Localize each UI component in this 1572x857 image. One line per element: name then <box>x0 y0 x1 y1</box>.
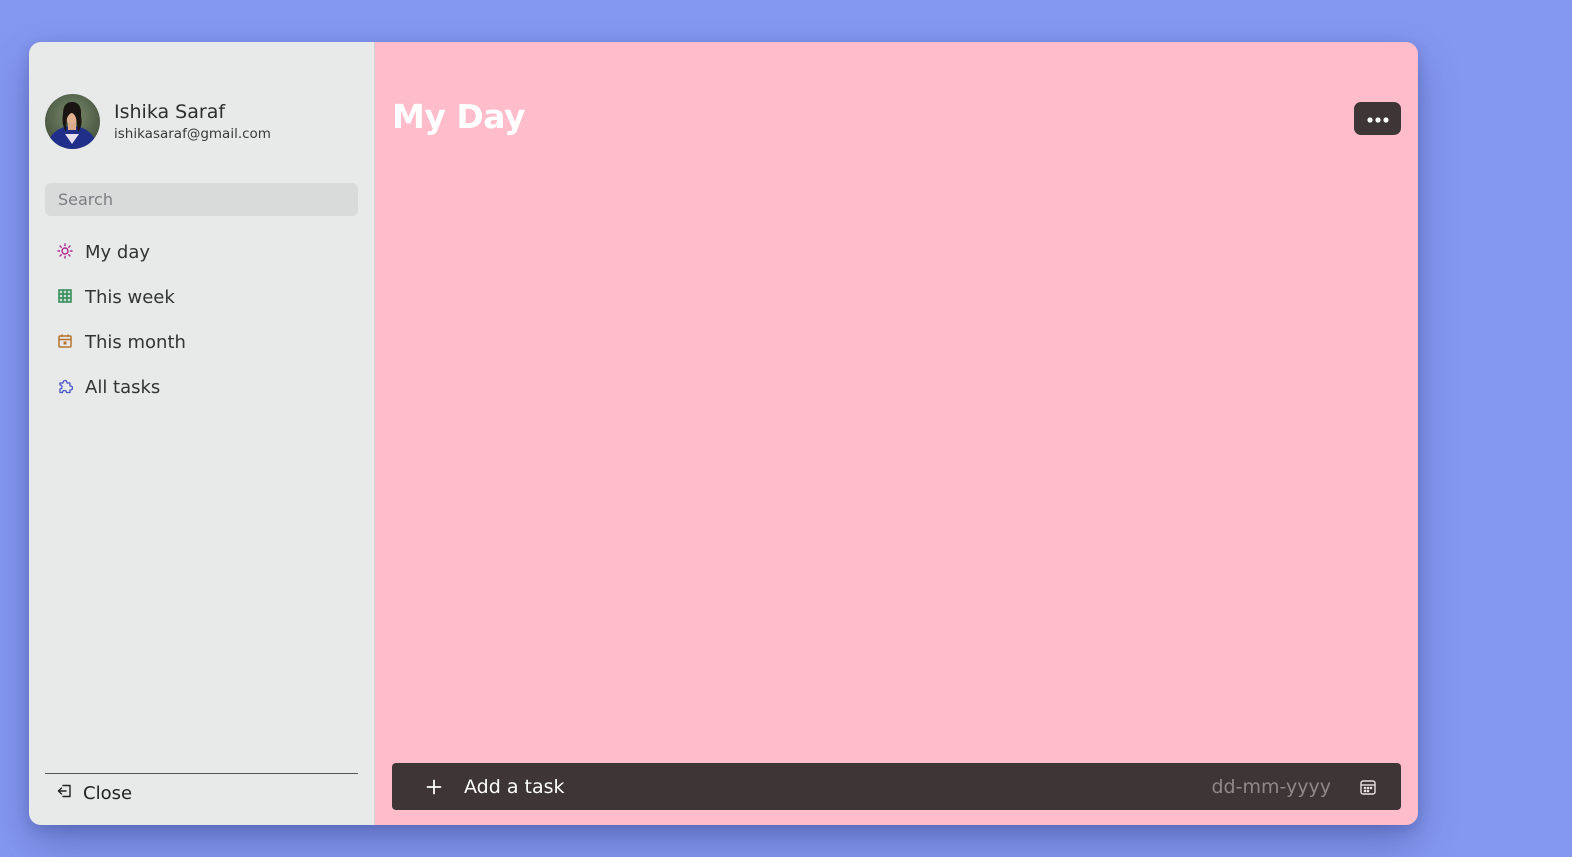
user-email: ishikasaraf@gmail.com <box>114 125 271 142</box>
add-task-bar <box>392 763 1401 810</box>
user-profile: Ishika Saraf ishikasaraf@gmail.com <box>45 94 271 149</box>
add-task-input[interactable] <box>462 774 1189 799</box>
grid-icon <box>57 288 73 308</box>
calendar-icon <box>57 333 73 353</box>
avatar <box>45 94 100 149</box>
logout-icon <box>57 783 73 803</box>
ellipsis-icon <box>1366 111 1389 126</box>
sidebar-divider <box>45 773 358 774</box>
sun-icon <box>57 242 73 263</box>
user-name: Ishika Saraf <box>114 100 226 123</box>
close-label: Close <box>83 782 133 804</box>
date-picker-icon[interactable] <box>1359 778 1377 796</box>
sidebar-item-label: This week <box>85 287 175 308</box>
due-date-input[interactable] <box>1189 774 1333 799</box>
sidebar-nav: My day This week This month All tasks <box>45 230 358 410</box>
puzzle-icon <box>57 378 74 398</box>
sidebar-item-label: All tasks <box>85 377 161 398</box>
more-options-button[interactable] <box>1354 102 1401 135</box>
plus-icon[interactable] <box>426 779 442 795</box>
sidebar-item-label: My day <box>85 242 151 263</box>
sidebar-item-this-week[interactable]: This week <box>45 275 358 320</box>
sidebar-item-all-tasks[interactable]: All tasks <box>45 365 358 410</box>
sidebar: Ishika Saraf ishikasaraf@gmail.com Searc… <box>29 42 375 825</box>
sidebar-item-label: This month <box>85 332 186 353</box>
close-button[interactable]: Close <box>57 780 132 806</box>
sidebar-item-this-month[interactable]: This month <box>45 320 358 365</box>
main-panel: My Day <box>375 42 1418 825</box>
search-input[interactable] <box>45 183 358 216</box>
page-title: My Day <box>392 97 526 136</box>
app-window: Ishika Saraf ishikasaraf@gmail.com Searc… <box>29 42 1418 825</box>
sidebar-item-my-day[interactable]: My day <box>45 230 358 275</box>
